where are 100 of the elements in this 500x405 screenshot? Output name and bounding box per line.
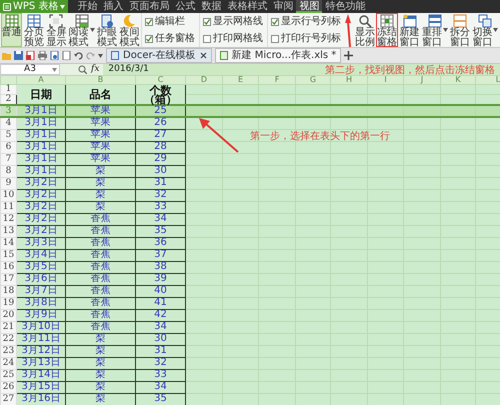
row-header[interactable]: 15	[0, 249, 16, 261]
ribbon-button[interactable]: 分页预览	[23, 13, 45, 47]
document-tab[interactable]: Docer-在线模板	[106, 48, 212, 63]
checkbox-option[interactable]: 任务窗格	[145, 33, 196, 44]
menu-tab[interactable]: 视图	[296, 0, 322, 13]
table-cell: 香蕉	[66, 213, 136, 225]
table-cell: 38	[136, 261, 186, 273]
annotation-text: 第一步，选择在表头下的第一行	[250, 130, 390, 144]
table-cell: 3月13日	[16, 357, 66, 369]
row-header[interactable]: 11	[0, 201, 16, 213]
menu-tab[interactable]: 页面布局	[126, 0, 172, 13]
table-cell: 32	[136, 357, 186, 369]
row-header[interactable]: 1	[0, 84, 16, 94]
menu-tab[interactable]: 数据	[198, 0, 224, 13]
table-cell: 3月11日	[16, 333, 66, 345]
row-header[interactable]: 27	[0, 393, 16, 405]
table-cell: 香蕉	[66, 273, 136, 285]
app-menu-button[interactable]: WPS 表格	[0, 0, 68, 13]
table-cell: 3月7日	[16, 285, 66, 297]
row-header[interactable]: 12	[0, 213, 16, 225]
table-cell: 34	[136, 213, 186, 225]
checkbox-option[interactable]: 显示网格线	[203, 16, 264, 27]
row-header[interactable]: 21	[0, 321, 16, 333]
menu-tab[interactable]: 公式	[172, 0, 198, 13]
table-cell: 3月2日	[16, 177, 66, 189]
checkbox-option[interactable]: 打印网格线	[203, 33, 264, 44]
ribbon-button[interactable]: 新建窗口	[398, 13, 420, 47]
document-tab[interactable]: 新建 Micro...作表.xls *	[214, 48, 342, 63]
table-cell: 41	[136, 297, 186, 309]
row-header[interactable]: 17	[0, 273, 16, 285]
menu-tab[interactable]: 开始	[74, 0, 100, 13]
table-cell: 香蕉	[66, 321, 136, 333]
table-cell: 梨	[66, 357, 136, 369]
table-cell: 29	[136, 153, 186, 165]
row-header[interactable]: 4	[0, 117, 16, 129]
table-cell: 3月12日	[16, 345, 66, 357]
table-cell: 30	[136, 165, 186, 177]
checkbox-option[interactable]: 打印行号列标	[271, 33, 342, 44]
cell-reference-field[interactable]: A3	[0, 64, 60, 75]
ribbon-button[interactable]: 显示比例	[354, 13, 376, 47]
ribbon-button[interactable]: 阅读模式	[68, 13, 96, 47]
row-header[interactable]: 6	[0, 141, 16, 153]
table-cell: 3月8日	[16, 297, 66, 309]
row-header[interactable]: 22	[0, 333, 16, 345]
row-header[interactable]: 5	[0, 129, 16, 141]
table-cell: 33	[136, 201, 186, 213]
function-label[interactable]: fx	[91, 64, 100, 75]
checkbox-option[interactable]: 编辑栏	[145, 16, 196, 27]
table-cell: 3月5日	[16, 261, 66, 273]
ribbon-button[interactable]: 重排窗口	[421, 13, 448, 47]
table-cell: 32	[136, 189, 186, 201]
table-cell: 36	[136, 237, 186, 249]
table-cell: 3月1日	[16, 117, 66, 129]
table-cell: 28	[136, 141, 186, 153]
table-cell: 梨	[66, 333, 136, 345]
table-cell: 梨	[66, 189, 136, 201]
table-cell: 27	[136, 129, 186, 141]
checkbox-option[interactable]: 显示行号列标	[271, 16, 342, 27]
tab-label[interactable]: Docer-在线模板	[123, 48, 196, 63]
row-header[interactable]: 13	[0, 225, 16, 237]
table-cell: 39	[136, 273, 186, 285]
row-header[interactable]: 16	[0, 261, 16, 273]
table-cell: 梨	[66, 177, 136, 189]
ribbon-button[interactable]: 护眼模式	[96, 13, 118, 47]
table-cell: 香蕉	[66, 285, 136, 297]
ribbon-button[interactable]: 全屏显示	[46, 13, 68, 47]
menu-tab[interactable]: 插入	[100, 0, 126, 13]
row-header[interactable]: 14	[0, 237, 16, 249]
table-cell: 25	[136, 105, 186, 117]
row-header[interactable]: 25	[0, 369, 16, 381]
table-cell: 37	[136, 249, 186, 261]
menu-tab[interactable]: 表格样式	[224, 0, 270, 13]
row-header[interactable]: 19	[0, 297, 16, 309]
row-header[interactable]: 8	[0, 165, 16, 177]
row-header[interactable]: 9	[0, 177, 16, 189]
ribbon-button[interactable]: 普通	[1, 13, 22, 47]
table-cell: 香蕉	[66, 225, 136, 237]
row-header[interactable]: 24	[0, 357, 16, 369]
row-header[interactable]: 7	[0, 153, 16, 165]
ribbon-button[interactable]: 切换窗口	[472, 13, 499, 47]
table-cell: 3月9日	[16, 309, 66, 321]
table-cell: 3月10日	[16, 321, 66, 333]
table-cell: 香蕉	[66, 297, 136, 309]
menu-tab[interactable]: 审阅	[270, 0, 296, 13]
table-cell: 3月2日	[16, 189, 66, 201]
table-cell: 3月3日	[16, 237, 66, 249]
row-header[interactable]: 23	[0, 345, 16, 357]
table-cell: 3月1日	[16, 153, 66, 165]
table-cell: 梨	[66, 165, 136, 177]
tab-label[interactable]: 新建 Micro...作表.xls *	[232, 48, 336, 63]
row-header[interactable]: 20	[0, 309, 16, 321]
row-header[interactable]: 18	[0, 285, 16, 297]
row-header[interactable]: 26	[0, 381, 16, 393]
table-cell: 苹果	[66, 153, 136, 165]
menu-tab[interactable]: 特色功能	[322, 0, 368, 13]
ribbon-button[interactable]: 夜间模式	[118, 13, 140, 47]
ribbon-button[interactable]: 冻结窗格	[376, 13, 398, 47]
row-header[interactable]: 10	[0, 189, 16, 201]
table-cell: 梨	[66, 381, 136, 393]
ribbon-button[interactable]: 拆分窗口	[449, 13, 471, 47]
